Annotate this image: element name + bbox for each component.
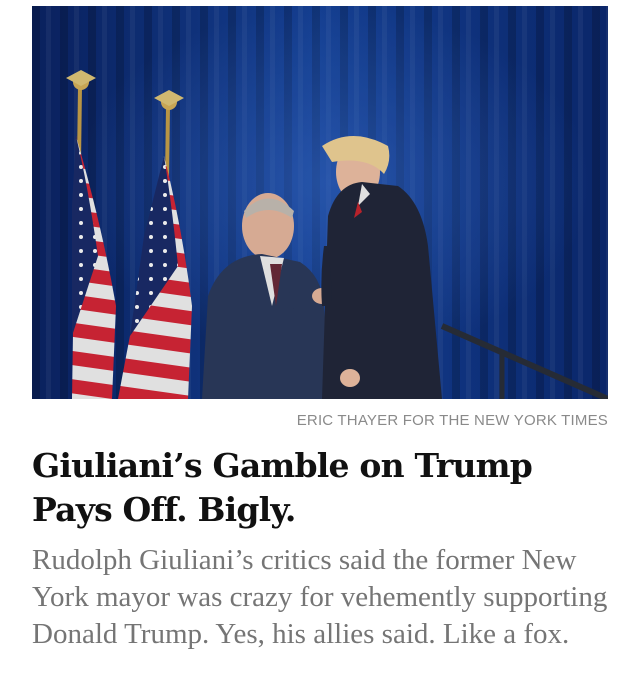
headline[interactable]: Giuliani’s Gamble on Trump Pays Off. Big…: [32, 444, 612, 532]
news-photo-image: [32, 6, 608, 399]
photo-credit: ERIC THAYER FOR THE NEW YORK TIMES: [296, 412, 608, 429]
article-summary: Rudolph Giuliani’s critics said the form…: [32, 544, 608, 650]
news-photo[interactable]: [32, 6, 608, 399]
article-card[interactable]: ERIC THAYER FOR THE NEW YORK TIMES Giuli…: [0, 0, 640, 695]
